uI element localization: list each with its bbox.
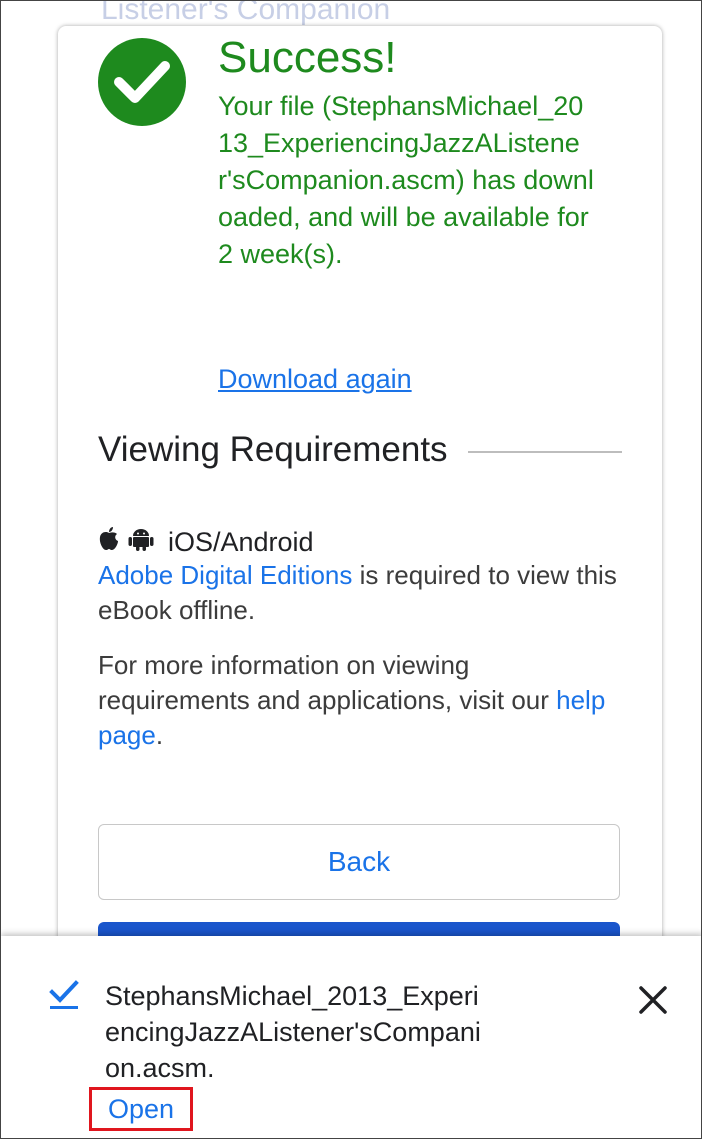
check-circle-icon — [98, 38, 186, 126]
downloaded-filename: StephansMichael_2013_ExperiencingJazzALi… — [105, 981, 481, 1083]
close-icon[interactable] — [633, 980, 673, 1020]
platform-row: iOS/Android — [98, 526, 314, 559]
apple-icon — [98, 526, 120, 559]
more-info-prefix: For more information on viewing requirem… — [98, 650, 557, 715]
background-text: Listener's Companion — [101, 0, 391, 26]
adobe-digital-editions-link[interactable]: Adobe Digital Editions — [98, 560, 352, 590]
back-button[interactable]: Back — [98, 824, 620, 900]
android-icon — [128, 526, 154, 559]
screen: Listener's Companion Success! Your file … — [0, 0, 702, 1139]
download-notification-bar: StephansMichael_2013_ExperiencingJazzALi… — [1, 936, 701, 1138]
success-message: Your file (StephansMichael_2013_Experien… — [218, 91, 594, 269]
ade-requirement-text: Adobe Digital Editions is required to vi… — [98, 558, 628, 628]
platform-label: iOS/Android — [168, 527, 314, 557]
heading-divider — [467, 451, 622, 453]
open-button[interactable]: Open — [89, 1087, 193, 1131]
check-icon — [49, 978, 79, 1012]
download-again-link[interactable]: Download again — [218, 364, 412, 395]
help-suffix: . — [155, 720, 164, 750]
more-info-text: For more information on viewing requirem… — [98, 648, 628, 753]
success-title: Success! — [218, 33, 397, 82]
section-title: Viewing Requirements — [98, 430, 448, 469]
viewing-requirements-heading: Viewing Requirements — [98, 430, 622, 470]
